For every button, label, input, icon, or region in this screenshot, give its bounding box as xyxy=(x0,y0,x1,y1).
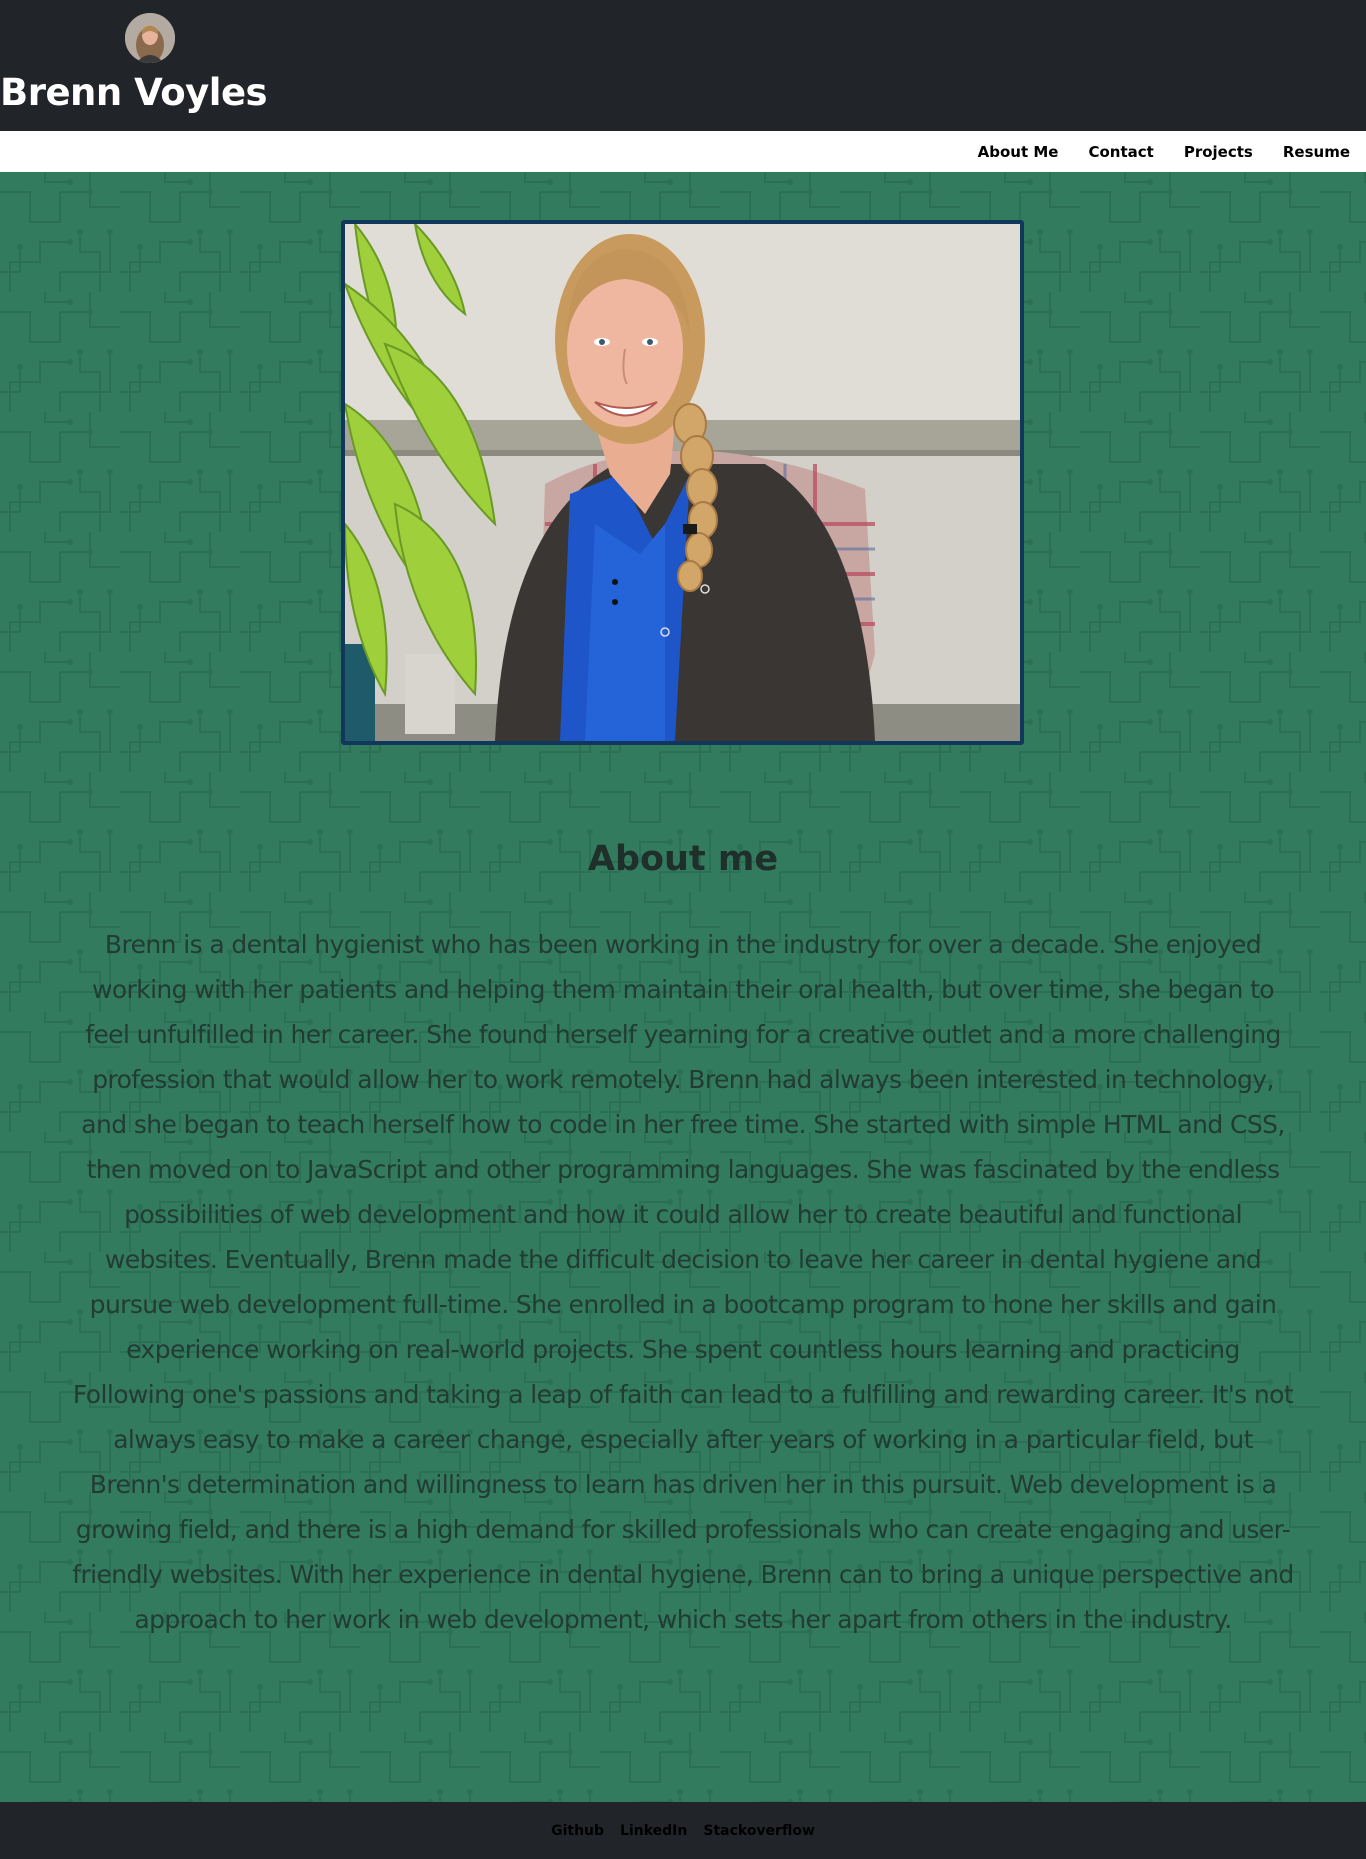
about-text: Brenn is a dental hygienist who has been… xyxy=(72,930,1294,1634)
nav-link-about-me[interactable]: About Me xyxy=(978,143,1059,161)
site-header: Brenn Voyles xyxy=(0,0,1366,131)
footer-links: Github LinkedIn Stackoverflow xyxy=(0,1802,1366,1859)
nav-link-resume[interactable]: Resume xyxy=(1283,143,1350,161)
about-heading: About me xyxy=(587,839,779,879)
site-title: Brenn Voyles xyxy=(0,71,268,114)
nav-link-contact[interactable]: Contact xyxy=(1088,143,1153,161)
nav-links: About Me Contact Projects Resume xyxy=(948,131,1350,172)
main-content: About me Brenn is a dental hygienist who… xyxy=(0,172,1366,1802)
profile-photo xyxy=(341,220,1024,745)
profile-photo-image xyxy=(345,224,1020,741)
footer-link-linkedin[interactable]: LinkedIn xyxy=(620,1823,687,1839)
footer-link-stackoverflow[interactable]: Stackoverflow xyxy=(703,1823,815,1839)
avatar-image xyxy=(125,13,175,63)
avatar xyxy=(125,13,175,63)
footer-link-github[interactable]: Github xyxy=(551,1823,604,1839)
nav-link-projects[interactable]: Projects xyxy=(1184,143,1253,161)
site-footer: Github LinkedIn Stackoverflow xyxy=(0,1802,1366,1859)
main-nav: About Me Contact Projects Resume xyxy=(0,131,1366,172)
